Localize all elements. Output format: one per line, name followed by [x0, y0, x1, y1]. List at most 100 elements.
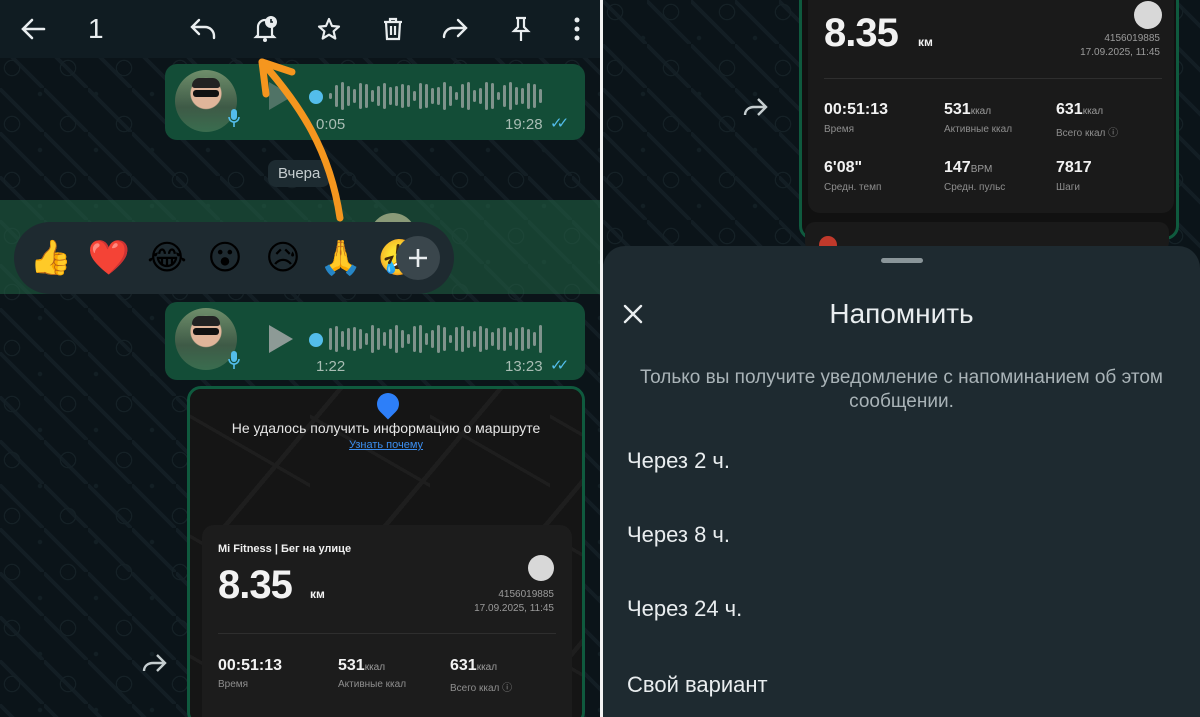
waveform-bar: [377, 85, 380, 107]
distance-value: 8.35: [824, 11, 899, 55]
waveform-bar: [455, 327, 458, 351]
stat-active-kcal-value: 531ккал: [338, 657, 385, 675]
stat-steps-label: Шаги: [1056, 182, 1080, 193]
stat-unit: BPM: [970, 164, 993, 175]
shared-image-card[interactable]: Не удалось получить информацию о маршрут…: [187, 386, 585, 717]
waveform-bar: [497, 92, 500, 100]
waveform-bar: [491, 331, 494, 347]
stat-total-kcal-label: Всего ккал ⓘ: [450, 683, 513, 694]
option-custom[interactable]: Свой вариант: [627, 672, 768, 698]
play-button[interactable]: [269, 325, 293, 353]
reaction-laughing[interactable]: 😂: [144, 235, 190, 281]
selection-action-bar: 1: [0, 0, 600, 58]
play-button[interactable]: [269, 82, 293, 110]
pin-icon[interactable]: [504, 12, 538, 46]
stat-total-kcal-value: 631ккал: [1056, 101, 1103, 119]
waveform-bar: [341, 82, 344, 110]
waveform-bar: [473, 330, 476, 348]
waveform-bar: [395, 325, 398, 353]
app-logo-icon: [1134, 1, 1162, 29]
more-reactions-button[interactable]: [396, 236, 440, 280]
option-2-hours[interactable]: Через 2 ч.: [627, 448, 730, 474]
waveform-bar: [401, 329, 404, 349]
waveform-bar: [449, 334, 452, 344]
waveform-bar: [437, 325, 440, 353]
waveform-bar: [479, 326, 482, 352]
workout-id: 4156019885: [1104, 33, 1160, 44]
reaction-thumbs-up[interactable]: 👍: [28, 235, 74, 281]
reminder-bottom-sheet: Напомнить Только вы получите уведомление…: [603, 246, 1200, 717]
shared-image-card[interactable]: 8.35 км 4156019885 17.09.2025, 11:45 00:…: [799, 0, 1179, 240]
forward-icon[interactable]: [438, 12, 472, 46]
workout-date: 17.09.2025, 11:45: [474, 603, 554, 614]
star-icon[interactable]: [312, 12, 346, 46]
waveform-bar: [461, 325, 464, 353]
voice-message-bubble[interactable]: 1:22 13:23 ✓✓: [165, 302, 585, 380]
waveform-bar: [503, 84, 506, 108]
reply-icon[interactable]: [186, 12, 220, 46]
stat-value-text: 631: [450, 657, 477, 674]
stat-total-kcal-value: 631ккал: [450, 657, 497, 675]
waveform-bar: [467, 82, 470, 110]
stat-value-text: 00:51:13: [218, 657, 283, 674]
reaction-pray[interactable]: 🙏: [318, 235, 364, 281]
waveform-bar: [335, 84, 338, 108]
stat-value-text: 7817: [1056, 159, 1092, 176]
read-ticks-icon: ✓✓: [550, 115, 569, 132]
waveform-bar: [335, 326, 338, 352]
more-icon[interactable]: [560, 12, 594, 46]
option-24-hours[interactable]: Через 24 ч.: [627, 596, 742, 622]
back-arrow-icon[interactable]: [16, 12, 50, 46]
mic-icon: [228, 109, 240, 127]
stat-pace-label: Средн. темп: [824, 182, 882, 193]
waveform-bar: [407, 85, 410, 107]
waveform-bar: [425, 333, 428, 345]
stat-heart-rate-value: 147BPM: [944, 159, 992, 177]
delete-icon[interactable]: [376, 12, 410, 46]
reaction-picker: 👍 ❤️ 😂 😮 😥 🙏 🤣: [14, 222, 454, 294]
waveform-bar: [419, 82, 422, 110]
app-logo-icon: [528, 555, 554, 581]
waveform-bar: [443, 82, 446, 110]
fitness-summary-card: Mi Fitness | Бег на улице 8.35 км 415601…: [202, 525, 572, 717]
learn-why-link[interactable]: Узнать почему: [190, 439, 582, 451]
waveform-bar: [329, 328, 332, 350]
stat-value-text: 147: [944, 159, 971, 176]
audio-waveform[interactable]: [329, 81, 542, 111]
forward-shared-icon[interactable]: [741, 96, 771, 123]
playback-position-dot[interactable]: [309, 333, 323, 347]
option-8-hours[interactable]: Через 8 ч.: [627, 522, 730, 548]
reaction-surprised[interactable]: 😮: [202, 235, 248, 281]
waveform-bar: [371, 325, 374, 353]
forward-shared-icon[interactable]: [140, 652, 170, 679]
voice-message-bubble[interactable]: 0:05 19:28 ✓✓: [165, 64, 585, 140]
stat-unit: ккал: [970, 106, 992, 117]
waveform-bar: [485, 82, 488, 110]
playback-position-dot[interactable]: [309, 90, 323, 104]
distance-value: 8.35: [218, 563, 293, 607]
waveform-bar: [479, 87, 482, 105]
waveform-bar: [419, 325, 422, 353]
voice-duration: 1:22: [316, 358, 346, 375]
route-error-message: Не удалось получить информацию о маршрут…: [231, 420, 541, 436]
waveform-bar: [371, 89, 374, 103]
stat-time-label: Время: [824, 124, 855, 135]
sheet-drag-handle[interactable]: [881, 258, 923, 263]
reaction-heart[interactable]: ❤️: [86, 235, 132, 281]
reminder-bell-icon[interactable]: [248, 12, 282, 46]
waveform-bar: [539, 325, 542, 353]
waveform-bar: [401, 84, 404, 108]
mic-icon: [228, 351, 240, 369]
selected-count: 1: [88, 13, 104, 44]
reaction-sad[interactable]: 😥: [260, 235, 306, 281]
audio-waveform[interactable]: [329, 324, 542, 354]
waveform-bar: [347, 86, 350, 106]
stat-unit: ккал: [476, 662, 498, 673]
waveform-bar: [473, 89, 476, 103]
stat-heart-rate-label: Средн. пульс: [944, 182, 1006, 193]
stat-time-value: 00:51:13: [824, 101, 888, 119]
waveform-bar: [431, 329, 434, 349]
waveform-bar: [425, 84, 428, 108]
workout-id: 4156019885: [498, 589, 554, 600]
waveform-bar: [389, 329, 392, 349]
